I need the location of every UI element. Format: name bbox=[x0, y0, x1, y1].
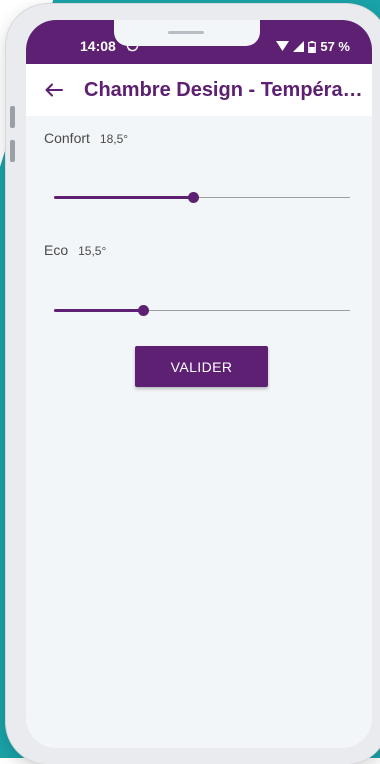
speaker-grille bbox=[168, 31, 204, 34]
camera-notch bbox=[114, 20, 260, 46]
phone-frame: 14:08 57 % Chambre Design - Températu...… bbox=[6, 4, 380, 764]
signal-icon bbox=[293, 41, 305, 52]
status-time: 14:08 bbox=[80, 38, 116, 54]
slider-thumb[interactable] bbox=[188, 192, 200, 203]
slider-thumb[interactable] bbox=[137, 305, 149, 316]
battery-percent: 57 % bbox=[320, 39, 350, 54]
status-bar: 14:08 57 % bbox=[26, 20, 372, 64]
phone-screen: 14:08 57 % Chambre Design - Températu...… bbox=[26, 20, 372, 748]
eco-setting: Eco 15,5° bbox=[44, 242, 106, 258]
confort-label: Confort bbox=[44, 130, 90, 146]
eco-value: 15,5° bbox=[78, 244, 107, 258]
slider-fill bbox=[54, 309, 143, 312]
arrow-left-icon bbox=[45, 83, 63, 97]
battery-icon bbox=[308, 40, 317, 53]
confort-value: 18,5° bbox=[99, 132, 129, 146]
app-bar: Chambre Design - Températu... bbox=[26, 64, 372, 116]
eco-slider[interactable] bbox=[54, 301, 350, 321]
wifi-icon bbox=[276, 41, 290, 51]
confort-setting: Confort 18,5° bbox=[44, 130, 128, 146]
side-button bbox=[10, 106, 15, 128]
page-title: Chambre Design - Températu... bbox=[84, 78, 366, 101]
valider-button[interactable]: VALIDER bbox=[135, 346, 268, 387]
confort-slider[interactable] bbox=[54, 188, 350, 208]
side-button bbox=[10, 140, 15, 162]
eco-label: Eco bbox=[44, 242, 69, 258]
back-button[interactable] bbox=[36, 72, 72, 108]
status-indicators: 57 % bbox=[276, 39, 350, 54]
slider-fill bbox=[54, 196, 194, 199]
